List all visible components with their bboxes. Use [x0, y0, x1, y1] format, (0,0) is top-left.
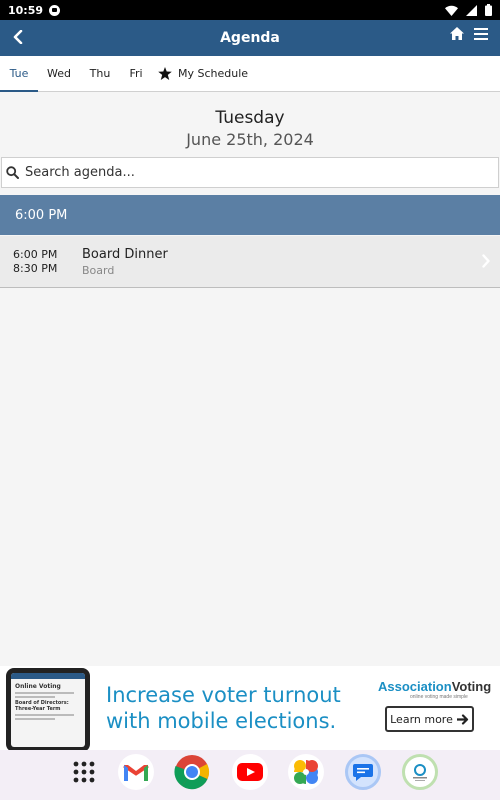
association-app-icon	[413, 764, 427, 781]
tab-label: Wed	[47, 67, 71, 80]
status-time: 10:59	[8, 3, 44, 17]
ad-brand-logo: AssociationVoting	[378, 679, 491, 694]
ad-brand-part1: Association	[378, 679, 452, 694]
app-drawer-icon	[73, 761, 95, 783]
tab-fri[interactable]: Fri	[120, 56, 152, 91]
tab-thu[interactable]: Thu	[80, 56, 120, 91]
app-dock	[0, 750, 500, 800]
chrome-icon	[174, 755, 210, 790]
tab-label: Fri	[129, 67, 143, 80]
battery-icon	[485, 4, 492, 16]
phone-mockup-image: Online Voting Board of Directors: Three-…	[6, 668, 90, 750]
day-of-week: Tuesday	[215, 108, 285, 128]
learn-more-label: Learn more	[390, 712, 453, 726]
session-info: Board Dinner Board	[82, 247, 168, 277]
page-title: Agenda	[220, 30, 280, 46]
day-tabs: Tue Wed Thu Fri My Schedule	[0, 56, 500, 92]
learn-more-button[interactable]: Learn more	[385, 706, 474, 732]
app-drawer-button[interactable]	[66, 754, 102, 790]
tab-wed[interactable]: Wed	[38, 56, 80, 91]
phone-screen-line	[15, 714, 75, 716]
association-app[interactable]	[402, 754, 438, 790]
ad-headline: Increase voter turnout with mobile elect…	[106, 682, 341, 734]
time-group-label: 6:00 PM	[15, 207, 68, 223]
tab-label: My Schedule	[178, 67, 249, 80]
session-name: Board Dinner	[82, 246, 168, 262]
arrow-right-icon	[456, 713, 468, 725]
photos-app[interactable]	[288, 754, 324, 790]
phone-screen-line	[15, 692, 75, 694]
messages-app[interactable]	[345, 754, 381, 790]
session-row[interactable]: 6:00 PM 8:30 PM Board Dinner Board	[0, 236, 500, 288]
tab-label: Thu	[89, 67, 111, 80]
ad-brand-part2: Voting	[451, 679, 492, 694]
gmail-app[interactable]	[118, 754, 154, 790]
session-end: 8:30 PM	[13, 261, 58, 275]
phone-screen-subtitle: Board of Directors: Three-Year Term	[15, 700, 69, 712]
home-icon	[450, 27, 464, 40]
home-button[interactable]	[450, 27, 466, 43]
search-input[interactable]	[25, 165, 485, 180]
phone-screen-bar	[11, 673, 85, 679]
phone-screen-line	[15, 696, 55, 698]
ad-banner[interactable]: Online Voting Board of Directors: Three-…	[0, 666, 500, 750]
menu-button[interactable]	[474, 27, 492, 45]
star-icon	[158, 67, 172, 80]
date-header: Tuesday June 25th, 2024	[0, 108, 500, 149]
status-bar: 10:59	[0, 0, 500, 20]
tab-my-schedule[interactable]: My Schedule	[152, 56, 258, 91]
signal-icon	[466, 4, 477, 16]
youtube-app[interactable]	[232, 754, 268, 790]
phone-screen-line	[15, 718, 55, 720]
tab-label: Tue	[9, 67, 29, 80]
ad-headline-line1: Increase voter turnout	[106, 683, 341, 707]
phone-screen-title: Online Voting	[15, 683, 61, 690]
wifi-icon	[445, 5, 458, 16]
gmail-icon	[123, 764, 149, 781]
tab-tue[interactable]: Tue	[0, 56, 38, 92]
phone-screen: Online Voting Board of Directors: Three-…	[11, 673, 85, 747]
hamburger-menu-icon	[474, 28, 488, 40]
date-label: June 25th, 2024	[186, 130, 314, 149]
ad-tagline: online voting made simple	[410, 694, 468, 700]
ad-headline-line2: with mobile elections.	[106, 709, 337, 733]
back-button[interactable]	[8, 26, 28, 48]
search-bar	[1, 157, 499, 188]
session-times: 6:00 PM 8:30 PM	[0, 248, 82, 276]
messages-icon	[353, 764, 373, 781]
search-icon	[6, 166, 19, 179]
photos-icon	[294, 760, 318, 784]
chevron-left-icon	[13, 30, 23, 44]
session-track: Board	[82, 263, 115, 277]
session-start: 6:00 PM	[13, 247, 58, 261]
chrome-app[interactable]	[174, 754, 210, 790]
time-group-header: 6:00 PM	[0, 195, 500, 235]
chevron-right-icon	[482, 254, 490, 268]
youtube-icon	[237, 763, 263, 781]
notification-icon	[49, 4, 61, 16]
app-bar: Agenda	[0, 20, 500, 56]
